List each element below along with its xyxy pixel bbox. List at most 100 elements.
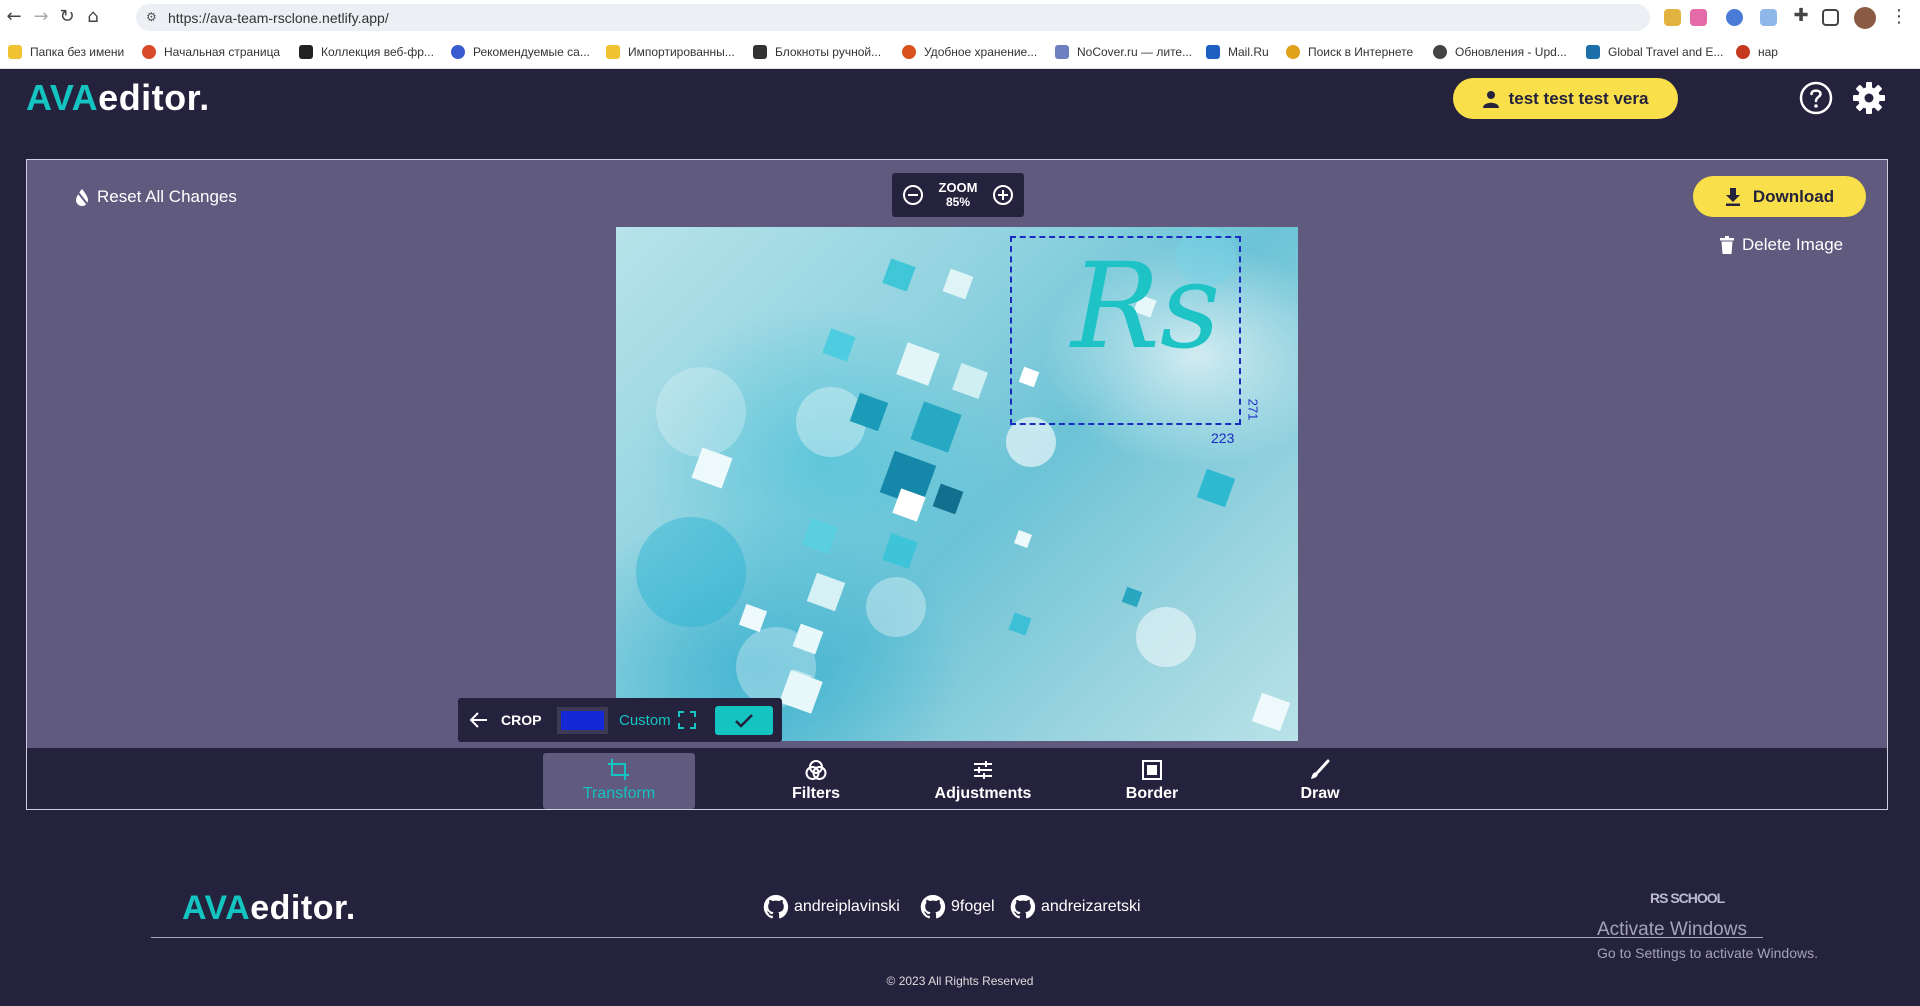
reload-icon[interactable]: ↻ [56,6,78,28]
bookmark-site-icon [753,45,767,59]
footer-logo[interactable]: AVAeditor. [182,889,356,928]
bookmark-site-icon [1055,45,1069,59]
forward-icon[interactable]: → [30,6,52,28]
cube-shape [1251,692,1291,732]
reset-all-changes-button[interactable]: Reset All Changes [75,187,237,207]
tab-border[interactable]: Border [1076,753,1228,809]
menu-icon[interactable]: ⋮ [1888,6,1910,28]
zoom-control: ZOOM 85% [892,173,1024,217]
sidepanel-icon[interactable] [1822,9,1839,26]
bookmark-site-icon [1586,45,1600,59]
cube-shape [932,483,964,515]
cube-shape [806,572,846,612]
profile-avatar[interactable] [1854,7,1876,29]
github-link-9fogel[interactable]: 9fogel [919,893,995,921]
bookmarks-bar: Папка без имени Начальная страница Колле… [0,35,1920,69]
sliders-icon [974,761,992,779]
back-icon[interactable]: ← [3,6,25,28]
tab-filters[interactable]: Filters [740,753,892,809]
cube-shape [952,363,988,399]
extension-icon[interactable] [1760,9,1777,26]
github-icon [763,894,789,919]
search-icon [1286,45,1300,59]
crop-selection[interactable] [1010,236,1241,425]
address-bar[interactable]: ⚙ https://ava-team-rsclone.netlify.app/ [136,4,1650,31]
bookmark-item[interactable]: Коллекция веб-фр... [299,43,434,61]
bookmark-site-icon [1736,45,1750,59]
cube-shape [1008,612,1032,636]
extension-icon[interactable] [1690,9,1707,26]
help-icon[interactable] [1799,81,1833,115]
image-canvas[interactable]: Rs 223 271 [616,227,1298,741]
extension-icon[interactable] [1664,9,1681,26]
cube-shape [882,258,916,292]
tool-tabs: Transform Filters Adjustments Border Dra… [27,748,1887,809]
folder-icon [606,45,620,59]
tab-transform[interactable]: Transform [543,753,695,809]
cube-shape [822,328,856,362]
bookmark-site-icon [299,45,313,59]
user-profile-button[interactable]: test test test vera [1453,78,1678,119]
copyright-text: © 2023 All Rights Reserved [886,974,1034,988]
crop-height-label: 271 [1245,398,1261,421]
bookmark-item[interactable]: Mail.Ru [1206,43,1269,61]
github-link-andreiplavinski[interactable]: andreiplavinski [762,893,900,921]
zoom-readout: ZOOM 85% [938,180,978,210]
search-icon [451,45,465,59]
crop-confirm-button[interactable] [715,706,773,735]
user-icon [1482,90,1499,108]
cube-shape [896,342,940,386]
crop-toolbar: CROP Custom [458,698,782,742]
crop-color-swatch[interactable] [557,707,608,734]
checkmark-icon [735,713,753,728]
header-logo[interactable]: AVAeditor. [26,77,210,119]
bokeh-light [866,577,926,637]
tab-draw[interactable]: Draw [1244,753,1396,809]
folder-icon [8,45,22,59]
settings-gear-icon[interactable] [1852,81,1886,115]
extension-icon[interactable] [1726,9,1743,26]
bookmark-site-icon [902,45,916,59]
bookmark-item[interactable]: Удобное хранение... [902,43,1037,61]
bookmark-item[interactable]: Global Travel and E... [1586,43,1723,61]
bokeh-light [1136,607,1196,667]
cube-shape [1121,586,1143,608]
bokeh-light [656,367,746,457]
bookmark-item[interactable]: Рекомендуемые са... [451,43,590,61]
tab-adjustments[interactable]: Adjustments [907,753,1059,809]
bookmark-item[interactable]: Блокноты ручной... [753,43,881,61]
zoom-in-icon[interactable] [992,184,1014,206]
puzzle-icon[interactable]: ✚ [1790,5,1812,27]
bookmark-item[interactable]: Импортированны... [606,43,735,61]
bookmark-item[interactable]: NoCover.ru — лите... [1055,43,1192,61]
download-button[interactable]: Download [1693,176,1866,217]
download-icon [1725,187,1740,206]
cube-shape [882,533,918,569]
mail-icon [1206,45,1220,59]
bookmark-item[interactable]: Поиск в Интернете [1286,43,1413,61]
cube-shape [738,603,768,633]
bookmark-item[interactable]: нар [1736,43,1778,61]
home-icon[interactable]: ⌂ [82,6,104,28]
delete-image-button[interactable]: Delete Image [1720,235,1843,255]
bokeh-light [636,517,746,627]
zoom-out-icon[interactable] [902,184,924,206]
crop-width-label: 223 [1211,430,1235,446]
arrow-left-icon[interactable] [468,709,490,731]
bookmark-item[interactable]: Начальная страница [142,43,280,61]
trash-icon [1720,236,1734,254]
footer-divider [151,937,1763,938]
site-info-icon[interactable]: ⚙ [146,9,162,25]
cube-shape [1196,468,1236,508]
bookmark-item[interactable]: Папка без имени [8,43,124,61]
rs-school-logo[interactable]: RS SCHOOL [1650,891,1725,905]
firefox-icon [142,45,156,59]
cube-shape [910,401,962,453]
crop-ratio-custom[interactable]: Custom [619,711,696,729]
crop-label: CROP [501,712,542,728]
crop-icon [608,759,629,780]
bookmark-item[interactable]: Обновления - Upd... [1433,43,1567,61]
cube-shape [802,518,838,554]
github-link-andreizaretski[interactable]: andreizaretski [1009,893,1141,921]
editor-panel: Reset All Changes ZOOM 85% Download Dele… [26,159,1888,810]
